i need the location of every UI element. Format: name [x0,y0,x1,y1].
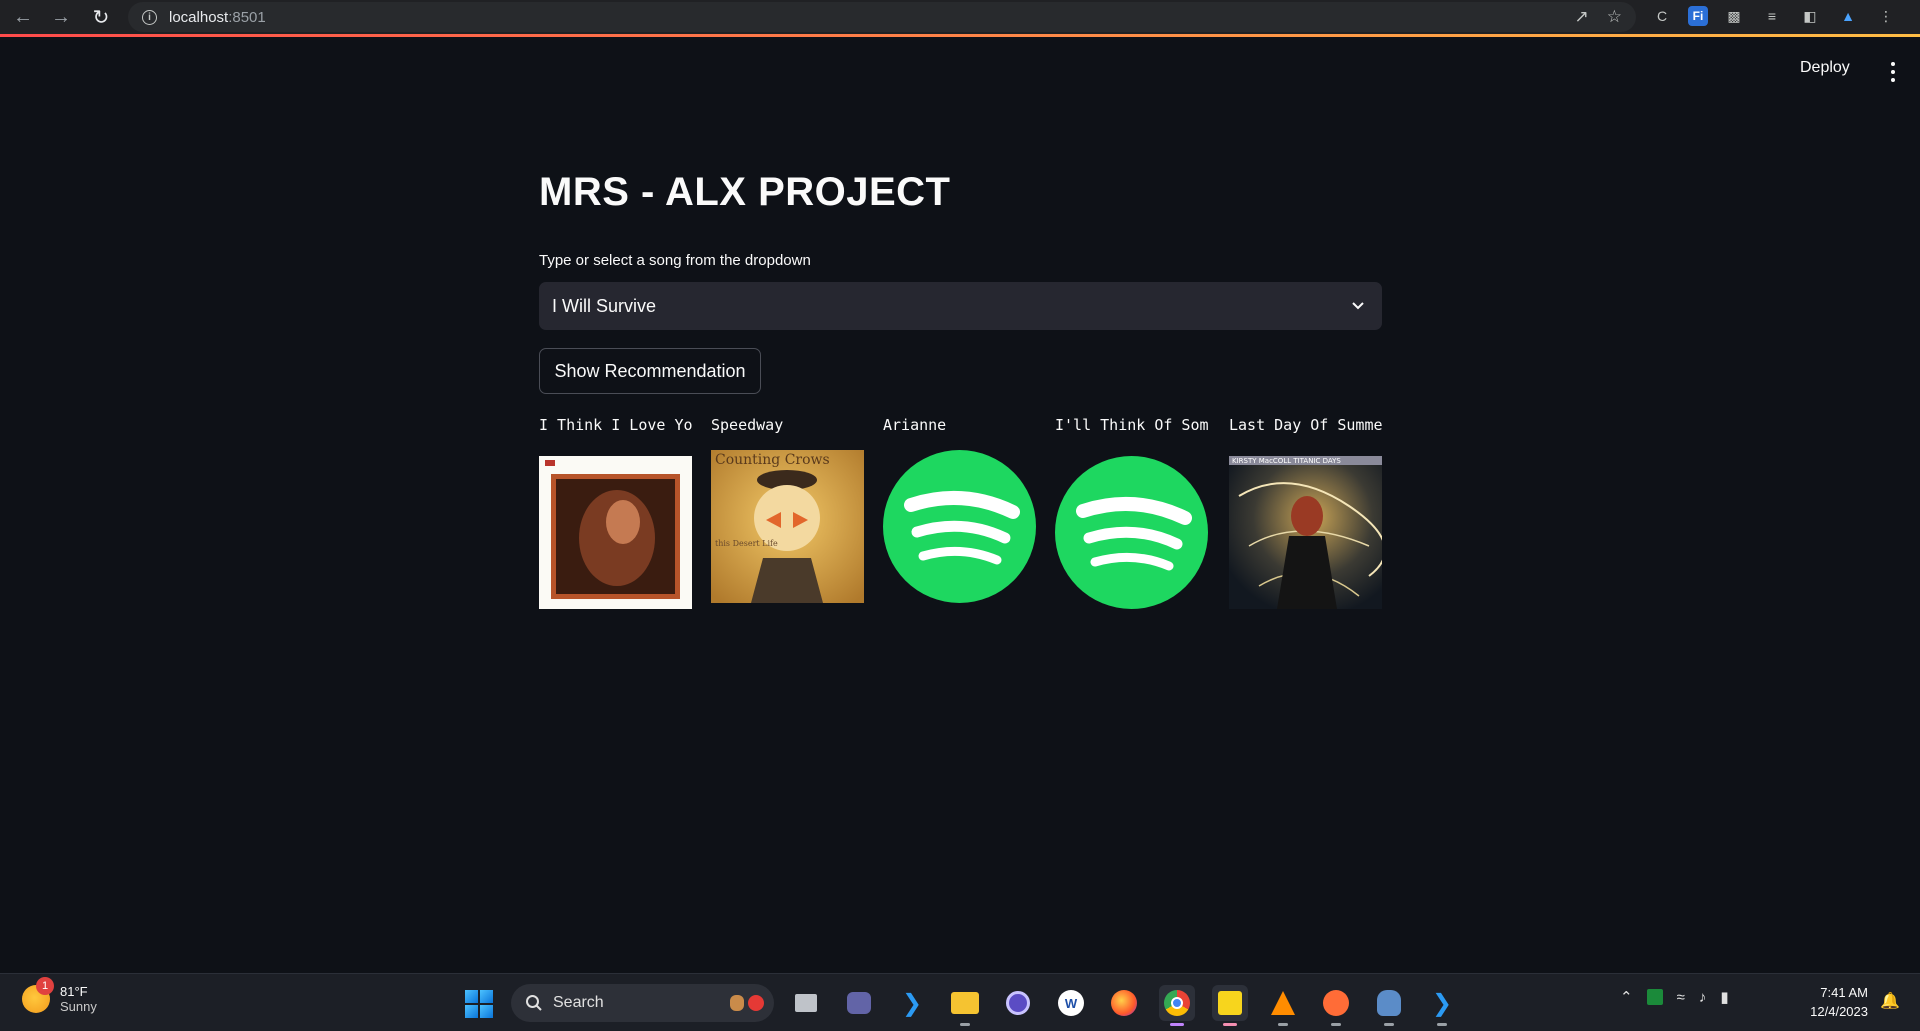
album-cover-image: Counting Crows this Desert Life [711,450,864,603]
main-container: MRS - ALX PROJECT Type or select a song … [539,170,1382,609]
system-tray: ⌃ ≈ ♪ ▮ [1620,988,1729,1007]
song-title: Last Day Of Summer [1229,416,1382,434]
vscode-second-icon[interactable]: ❯ [1424,985,1460,1026]
spotify-logo-icon [1055,456,1208,609]
chrome-icon[interactable] [1159,985,1195,1026]
weather-widget[interactable]: 1 81°F Sunny [22,977,97,1014]
notification-bell-icon[interactable]: 🔔 [1880,991,1900,1011]
song-title: Speedway [711,416,784,434]
song-title: I Think I Love You [539,416,692,434]
bookmark-star-icon[interactable]: ☆ [1607,7,1622,27]
search-label: Search [553,994,604,1011]
profile-icon[interactable]: ▲ [1836,4,1860,28]
recommendation-item: Arianne [883,416,1036,603]
chrome-menu-icon[interactable]: ⋮ [1874,4,1898,28]
song-select[interactable]: I Will Survive [539,282,1382,330]
taskbar-apps: ❯ W ❯ [788,985,1460,1026]
file-explorer-icon[interactable] [947,985,983,1026]
recommendation-item: Speedway Counting Crows this Desert Life [711,416,864,603]
media-queue-icon[interactable]: ≡ [1760,4,1784,28]
share-icon[interactable]: ↗ [1575,7,1589,27]
firefox-icon[interactable] [1106,985,1142,1021]
postgres-icon[interactable] [1371,985,1407,1026]
status-decoration-bar [0,34,1920,37]
cover-album-text: this Desert Life [715,539,778,548]
battery-icon[interactable]: ▮ [1720,988,1728,1006]
task-view-icon[interactable] [788,985,824,1021]
os-taskbar: 1 81°F Sunny Search ❯ W ❯ ⌃ ≈ ♪ ▮ 7:41 A… [0,973,1920,1031]
address-bar[interactable]: i localhost:8501 ↗ ☆ [128,2,1636,32]
tray-app-icon[interactable] [1646,989,1663,1005]
recommendation-item: I Think I Love You [539,416,692,609]
weather-temperature: 81°F [60,984,88,999]
teams-chat-icon[interactable] [841,985,877,1021]
page-title: MRS - ALX PROJECT [539,170,951,214]
wifi-icon[interactable]: ≈ [1677,989,1685,1006]
volume-icon[interactable]: ♪ [1699,989,1707,1006]
site-info-icon[interactable]: i [142,9,157,25]
vlc-icon[interactable] [1265,985,1301,1026]
cover-band-text: Counting Crows [715,452,830,468]
postman-icon[interactable] [1318,985,1354,1026]
word-icon[interactable]: W [1053,985,1089,1021]
url-port: :8501 [228,8,266,26]
deploy-button[interactable]: Deploy [1800,59,1850,77]
album-cover-image: KIRSTY MacCOLL TITANIC DAYS [1229,456,1382,609]
spotify-logo-icon [883,450,1036,603]
clock-time: 7:41 AM [1820,985,1868,1000]
select-label: Type or select a song from the dropdown [539,252,811,269]
song-title: I'll Think Of Something [1055,416,1208,434]
taskbar-search[interactable]: Search [511,984,774,1022]
extension-c-icon[interactable]: C [1650,4,1674,28]
show-recommendation-button[interactable]: Show Recommendation [539,348,761,394]
notification-badge: 1 [36,977,54,995]
song-title: Arianne [883,416,947,434]
weather-condition: Sunny [60,999,97,1014]
reload-icon[interactable]: ↻ [86,2,116,32]
forward-icon[interactable]: → [46,2,76,32]
cover-title-text: KIRSTY MacCOLL TITANIC DAYS [1232,457,1341,465]
recommendation-item: Last Day Of Summer KIRSTY MacCOLL TITANI… [1229,416,1382,609]
chevron-down-icon [1352,302,1364,310]
sun-icon: 1 [22,977,54,1013]
sticky-notes-icon[interactable] [1212,985,1248,1026]
album-cover-image [539,456,692,609]
search-highlight-icon [730,995,764,1011]
url-host: localhost [169,8,229,26]
recommendation-item: I'll Think Of Something [1055,416,1208,609]
back-icon[interactable]: ← [8,2,38,32]
main-menu-icon[interactable] [1890,62,1896,82]
system-clock[interactable]: 7:41 AM 12/4/2023 [1798,983,1868,1021]
selected-song: I Will Survive [552,295,657,316]
browser-app-icon[interactable] [1000,985,1036,1021]
vscode-icon[interactable]: ❯ [894,985,930,1021]
start-windows-icon[interactable] [465,990,493,1018]
extensions-puzzle-icon[interactable]: ▩ [1722,4,1746,28]
clock-date: 12/4/2023 [1810,1004,1868,1019]
chevron-up-icon[interactable]: ⌃ [1620,988,1633,1006]
side-panel-icon[interactable]: ◧ [1798,4,1822,28]
browser-toolbar: ← → ↻ i localhost:8501 ↗ ☆ C Fi ▩ ≡ ◧ ▲ … [0,0,1920,34]
search-icon [526,995,542,1011]
extension-fi-icon[interactable]: Fi [1688,6,1708,26]
